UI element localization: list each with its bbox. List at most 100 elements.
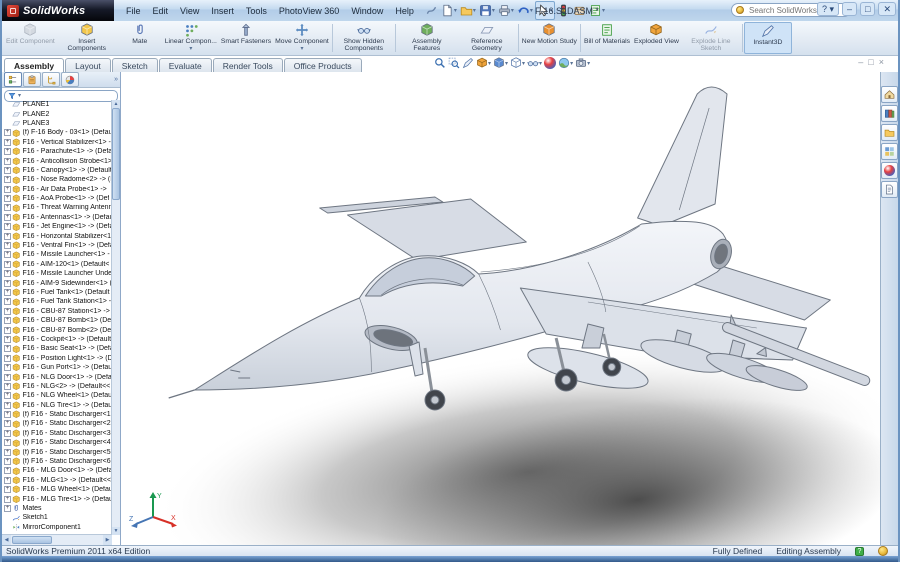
bill-of-materials-button[interactable]: Bill of Materials [582, 22, 632, 54]
help-button[interactable]: ? ▾ [817, 2, 839, 16]
view-palette-tab[interactable] [881, 143, 898, 160]
maximize-button[interactable]: □ [860, 2, 875, 16]
tree-item-f16-nlg-wheel-1-defaul[interactable]: +F16 - NLG Wheel<1> (Defaul [2, 391, 112, 400]
view-settings-button[interactable]: ▾ [575, 57, 590, 69]
expand-icon[interactable]: + [4, 280, 11, 287]
filter-dropdown-icon[interactable]: ▾ [18, 92, 21, 99]
tree-item-f16-mlg-1-default[interactable]: +F16 - MLG<1> -> (Default<< [2, 476, 112, 485]
tab-office-products[interactable]: Office Products [284, 58, 362, 72]
tree-item-plane3[interactable]: +PLANE3 [2, 119, 112, 128]
zoom-to-area-button[interactable] [448, 57, 460, 69]
move-component-button[interactable]: Move Component▾ [273, 22, 331, 54]
expand-icon[interactable]: + [4, 402, 11, 409]
propertymanager-tab[interactable] [23, 72, 41, 87]
expand-icon[interactable]: + [4, 355, 11, 362]
expand-icon[interactable]: + [4, 214, 11, 221]
expand-icon[interactable]: + [4, 148, 11, 155]
expand-icon[interactable]: + [4, 233, 11, 240]
insert-components-dropdown-icon[interactable]: ▾ [85, 52, 88, 54]
tree-item-f-f16-static-discharger-4[interactable]: +(f) F16 - Static Discharger<4> [2, 438, 112, 447]
expand-icon[interactable]: + [4, 364, 11, 371]
expand-icon[interactable]: + [4, 336, 11, 343]
appearances-tab[interactable] [881, 162, 898, 179]
tab-evaluate[interactable]: Evaluate [159, 58, 212, 72]
file-explorer-tab[interactable] [881, 124, 898, 141]
expand-icon[interactable]: + [4, 505, 11, 512]
scroll-right-icon[interactable]: ▶ [103, 535, 112, 545]
new-motion-study-button[interactable]: New Motion Study [520, 22, 579, 54]
expand-icon[interactable]: + [4, 186, 11, 193]
tree-item-f-f-16-body-03-1-defau[interactable]: +(f) F-16 Body - 03<1> (Defau [2, 128, 112, 137]
tree-item-f16-nose-radome-2-i[interactable]: +F16 - Nose Radome<2> -> (I [2, 175, 112, 184]
expand-icon[interactable]: + [4, 458, 11, 465]
tree-item-f16-mlg-tire-1-defau[interactable]: +F16 - MLG Tire<1> -> (Defau [2, 494, 112, 503]
tree-horizontal-scrollbar[interactable]: ◀ ▶ [2, 534, 112, 545]
expand-icon[interactable]: + [4, 308, 11, 315]
configurationmanager-tab[interactable] [42, 72, 60, 87]
view-orientation-dropdown-icon[interactable]: ▾ [505, 60, 508, 67]
doc-close-button[interactable]: × [879, 57, 884, 67]
tree-item-f-f16-static-discharger-3[interactable]: +(f) F16 - Static Discharger<3> [2, 429, 112, 438]
tree-item-f16-cbu-87-bomb-1-def[interactable]: +F16 - CBU-87 Bomb<1> (Def [2, 316, 112, 325]
tab-assembly[interactable]: Assembly [4, 58, 64, 72]
tree-item-f16-mlg-wheel-1-defau[interactable]: +F16 - MLG Wheel<1> (Defau [2, 485, 112, 494]
previous-view-button[interactable] [462, 57, 474, 69]
expand-icon[interactable]: + [4, 195, 11, 202]
tree-item-f16-gun-port-1-defau[interactable]: +F16 - Gun Port<1> -> (Defau [2, 363, 112, 372]
design-library-tab[interactable] [881, 105, 898, 122]
section-view-dropdown-icon[interactable]: ▾ [488, 60, 491, 67]
tree-item-f16-jet-engine-1-defa[interactable]: +F16 - Jet Engine<1> -> (Defa [2, 222, 112, 231]
view-settings-dropdown-icon[interactable]: ▾ [587, 60, 590, 67]
tree-item-f-f16-static-discharger-1[interactable]: +(f) F16 - Static Discharger<1> [2, 410, 112, 419]
show-hidden-components-button[interactable]: Show Hidden Components▾ [334, 22, 394, 54]
vertical-scroll-thumb[interactable] [112, 108, 120, 200]
assembly-features-dropdown-icon[interactable]: ▾ [425, 52, 428, 54]
doc-minimize-button[interactable]: – [858, 57, 863, 67]
display-style-button[interactable]: ▾ [510, 57, 525, 69]
menu-view[interactable]: View [174, 4, 205, 18]
tree-item-f16-anticollision-strobe-1[interactable]: +F16 - Anticollision Strobe<1> [2, 156, 112, 165]
new-document-button[interactable]: ▾ [440, 2, 458, 19]
expand-icon[interactable]: + [4, 298, 11, 305]
quick-tips-button[interactable] [424, 2, 439, 19]
apply-scene-button[interactable]: ▾ [558, 57, 573, 69]
hide-show-items-button[interactable]: ▾ [527, 57, 542, 69]
tab-sketch[interactable]: Sketch [112, 58, 158, 72]
scroll-up-icon[interactable]: ▲ [112, 100, 120, 108]
expand-icon[interactable]: + [4, 176, 11, 183]
solidworks-resources-tab[interactable] [881, 86, 898, 103]
horizontal-scroll-thumb[interactable] [12, 536, 52, 544]
zoom-to-fit-button[interactable] [434, 57, 446, 69]
quick-tip-icon[interactable] [878, 546, 888, 556]
apply-scene-dropdown-icon[interactable]: ▾ [570, 60, 573, 67]
expand-icon[interactable]: + [4, 411, 11, 418]
tree-item-mirrorcomponent1[interactable]: +MirrorComponent1 [2, 523, 112, 532]
mate-button[interactable]: Mate [117, 22, 163, 54]
expand-icon[interactable]: + [4, 392, 11, 399]
linear-compon-dropdown-icon[interactable]: ▾ [189, 45, 192, 52]
minimize-button[interactable]: – [842, 2, 857, 16]
expand-icon[interactable]: + [4, 204, 11, 211]
menu-help[interactable]: Help [389, 4, 420, 18]
show-hidden-components-dropdown-icon[interactable]: ▾ [362, 52, 365, 54]
section-view-button[interactable]: ▾ [476, 57, 491, 69]
displaymanager-tab[interactable] [61, 72, 79, 87]
expand-icon[interactable]: + [4, 242, 11, 249]
assembly-features-button[interactable]: Assembly Features▾ [397, 22, 457, 54]
tree-item-f16-nlg-2-default[interactable]: +F16 - NLG<2> -> (Default<< [2, 382, 112, 391]
expand-icon[interactable]: + [4, 477, 11, 484]
tree-item-f16-cbu-87-bomb-2-def[interactable]: +F16 - CBU-87 Bomb<2> (Def [2, 325, 112, 334]
tree-item-f16-aim-9-sidewinder-1[interactable]: +F16 - AIM-9 Sidewinder<1> ( [2, 278, 112, 287]
tree-item-f16-horizontal-stabilizer-1[interactable]: +F16 - Horizontal Stabilizer<1 [2, 231, 112, 240]
tree-item-f-f16-static-discharger-6[interactable]: +(f) F16 - Static Discharger<6> [2, 457, 112, 466]
panel-overflow-button[interactable]: » [114, 76, 118, 83]
expand-icon[interactable]: + [4, 261, 11, 268]
tree-item-f16-nlg-door-1-defa[interactable]: +F16 - NLG Door<1> -> (Defa [2, 372, 112, 381]
doc-restore-button[interactable]: □ [868, 57, 873, 67]
close-button[interactable]: ✕ [878, 2, 896, 16]
tree-item-sketch1[interactable]: +Sketch1 [2, 513, 112, 522]
expand-icon[interactable]: + [4, 496, 11, 503]
menu-photoview-360[interactable]: PhotoView 360 [273, 4, 345, 18]
expand-icon[interactable]: + [4, 486, 11, 493]
tree-item-f16-vertical-stabilizer-1[interactable]: +F16 - Vertical Stabilizer<1> - [2, 138, 112, 147]
